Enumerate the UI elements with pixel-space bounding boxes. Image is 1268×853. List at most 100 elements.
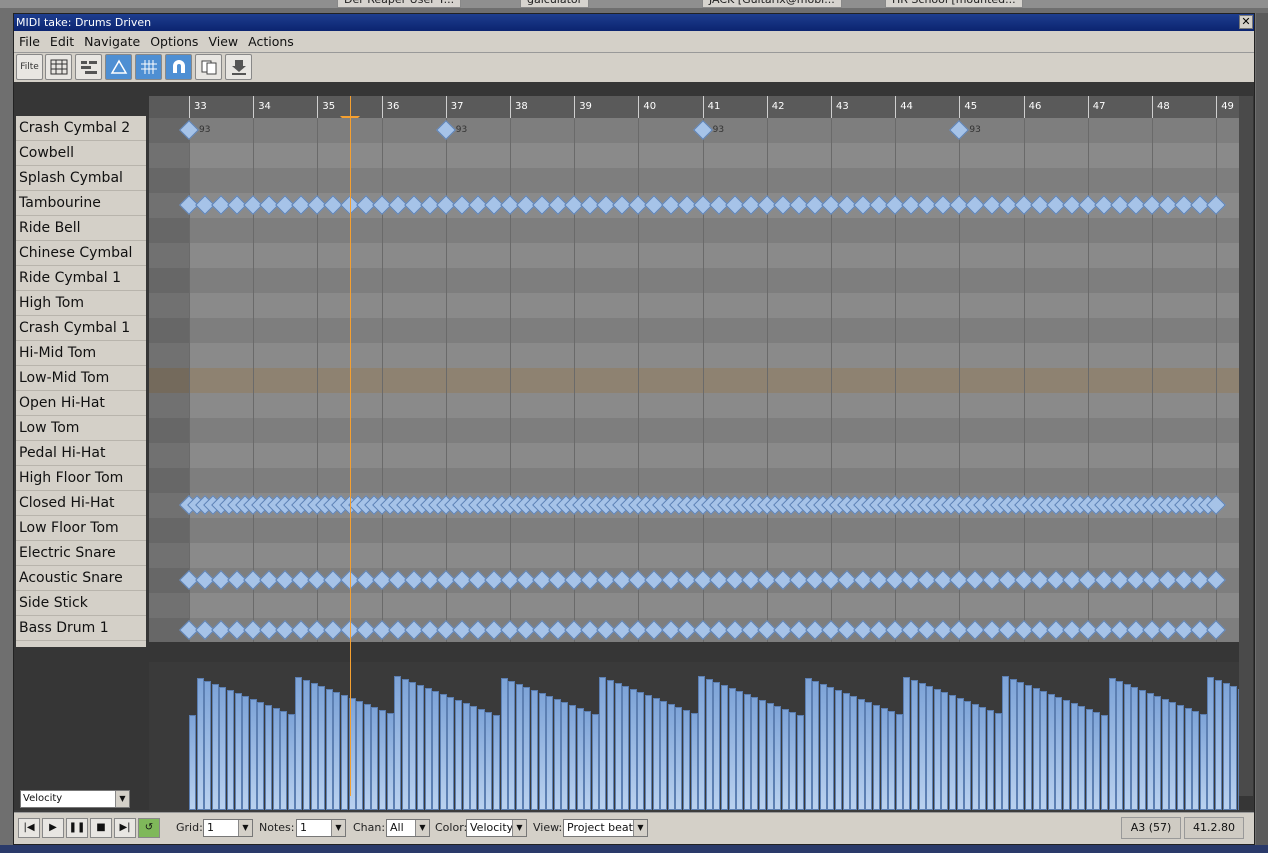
velocity-bar[interactable] — [295, 677, 303, 810]
velocity-bar[interactable] — [265, 705, 272, 810]
note-row-label[interactable]: Ride Cymbal 1 — [16, 266, 146, 291]
velocity-bar[interactable] — [1040, 691, 1048, 810]
note-row-label[interactable]: Open Hi-Hat — [16, 391, 146, 416]
velocity-bar[interactable] — [1047, 694, 1055, 810]
velocity-bar[interactable] — [949, 695, 956, 810]
velocity-bar[interactable] — [645, 695, 652, 810]
velocity-bar[interactable] — [857, 699, 865, 810]
velocity-bar[interactable] — [918, 683, 926, 810]
velocity-bar[interactable] — [781, 709, 789, 810]
velocity-bar[interactable] — [280, 711, 288, 810]
velocity-bar[interactable] — [455, 700, 462, 810]
velocity-bar[interactable] — [356, 701, 364, 810]
velocity-bar[interactable] — [310, 683, 318, 810]
note-row-label[interactable]: Electric Snare — [16, 541, 146, 566]
velocity-bar[interactable] — [759, 700, 766, 810]
velocity-bar[interactable] — [933, 689, 941, 810]
velocity-bar[interactable] — [880, 708, 888, 810]
velocity-bar[interactable] — [477, 709, 485, 810]
velocity-bar[interactable] — [736, 691, 744, 810]
menu-view[interactable]: View — [203, 31, 243, 53]
velocity-bar[interactable] — [1025, 685, 1032, 810]
copy-icon[interactable] — [195, 54, 222, 80]
taskbar-item[interactable]: JACK [Guitarix@mobi... — [702, 0, 842, 8]
note-row-label[interactable]: High Tom — [16, 291, 146, 316]
velocity-bar[interactable] — [1199, 714, 1207, 810]
velocity-bar[interactable] — [386, 713, 394, 810]
velocity-bar[interactable] — [873, 705, 880, 810]
note-row-label[interactable]: Crash Cymbal 1 — [16, 316, 146, 341]
velocity-bar[interactable] — [523, 687, 531, 810]
velocity-bar[interactable] — [493, 715, 500, 810]
rewind-icon[interactable]: |◀ — [18, 818, 40, 838]
note-row-label[interactable]: Ride Bell — [16, 216, 146, 241]
velocity-bar[interactable] — [941, 692, 949, 810]
velocity-bar[interactable] — [485, 712, 493, 810]
velocity-bar[interactable] — [888, 711, 896, 810]
grid-icon[interactable] — [135, 54, 162, 80]
pause-icon[interactable]: ❚❚ — [66, 818, 88, 838]
velocity-bar[interactable] — [234, 693, 242, 810]
velocity-bar[interactable] — [569, 705, 576, 810]
velocity-bar[interactable] — [607, 680, 614, 810]
velocity-bar[interactable] — [713, 682, 721, 810]
velocity-bar[interactable] — [835, 690, 842, 810]
velocity-bar[interactable] — [705, 679, 713, 810]
triangle-notes-icon[interactable] — [105, 54, 132, 80]
velocity-bar[interactable] — [447, 697, 455, 810]
menu-navigate[interactable]: Navigate — [79, 31, 145, 53]
note-row-label[interactable]: Pedal Hi-Hat — [16, 441, 146, 466]
velocity-bar[interactable] — [204, 681, 212, 810]
velocity-lane[interactable] — [149, 662, 1239, 810]
velocity-bar[interactable] — [1101, 715, 1108, 810]
note-row-label[interactable]: Bass Drum 1 — [16, 616, 146, 641]
vertical-scrollbar[interactable] — [1239, 96, 1253, 796]
velocity-bar[interactable] — [1116, 681, 1124, 810]
velocity-bar[interactable] — [538, 693, 546, 810]
velocity-bar[interactable] — [470, 706, 478, 810]
velocity-bar[interactable] — [272, 708, 280, 810]
velocity-bar[interactable] — [683, 710, 690, 810]
taskbar-item[interactable]: Der Reaper User T... — [337, 0, 462, 8]
velocity-bar[interactable] — [743, 694, 751, 810]
velocity-bar[interactable] — [196, 678, 204, 810]
menu-edit[interactable]: Edit — [45, 31, 79, 53]
velocity-bar[interactable] — [1177, 705, 1184, 810]
note-row-label[interactable]: Cowbell — [16, 141, 146, 166]
taskbar-item[interactable]: galculator — [520, 0, 590, 8]
velocity-bar[interactable] — [424, 688, 432, 810]
velocity-bar[interactable] — [401, 679, 409, 810]
velocity-bar[interactable] — [1063, 700, 1070, 810]
menu-options[interactable]: Options — [145, 31, 203, 53]
velocity-bar[interactable] — [584, 711, 592, 810]
velocity-bar[interactable] — [926, 686, 934, 810]
velocity-bar[interactable] — [500, 678, 508, 810]
velocity-bar[interactable] — [576, 708, 584, 810]
velocity-bar[interactable] — [637, 692, 645, 810]
velocity-bar[interactable] — [1123, 684, 1131, 810]
velocity-bar[interactable] — [850, 696, 858, 810]
velocity-bar[interactable] — [325, 689, 333, 810]
note-row-label[interactable]: Low-Mid Tom — [16, 366, 146, 391]
velocity-bar[interactable] — [622, 686, 630, 810]
velocity-bar[interactable] — [1070, 703, 1078, 810]
velocity-bar[interactable] — [660, 701, 668, 810]
velocity-bar[interactable] — [318, 686, 326, 810]
velocity-bar[interactable] — [690, 713, 698, 810]
velocity-bar[interactable] — [987, 710, 994, 810]
velocity-bar[interactable] — [698, 676, 706, 810]
cc-lane-select[interactable]: Velocity ▼ — [20, 790, 130, 808]
velocity-bar[interactable] — [1078, 706, 1086, 810]
note-grid[interactable]: 93939393874511549 — [149, 118, 1239, 642]
velocity-bar[interactable] — [249, 699, 257, 810]
velocity-bar[interactable] — [227, 690, 234, 810]
velocity-bar[interactable] — [774, 706, 782, 810]
velocity-bar[interactable] — [531, 690, 538, 810]
note-row-label[interactable]: Closed Hi-Hat — [16, 491, 146, 516]
velocity-bar[interactable] — [751, 697, 759, 810]
velocity-bar[interactable] — [1184, 708, 1192, 810]
velocity-bar[interactable] — [652, 698, 660, 810]
velocity-bar[interactable] — [1009, 679, 1017, 810]
velocity-bar[interactable] — [1108, 678, 1116, 810]
note-row-label[interactable]: Chinese Cymbal — [16, 241, 146, 266]
